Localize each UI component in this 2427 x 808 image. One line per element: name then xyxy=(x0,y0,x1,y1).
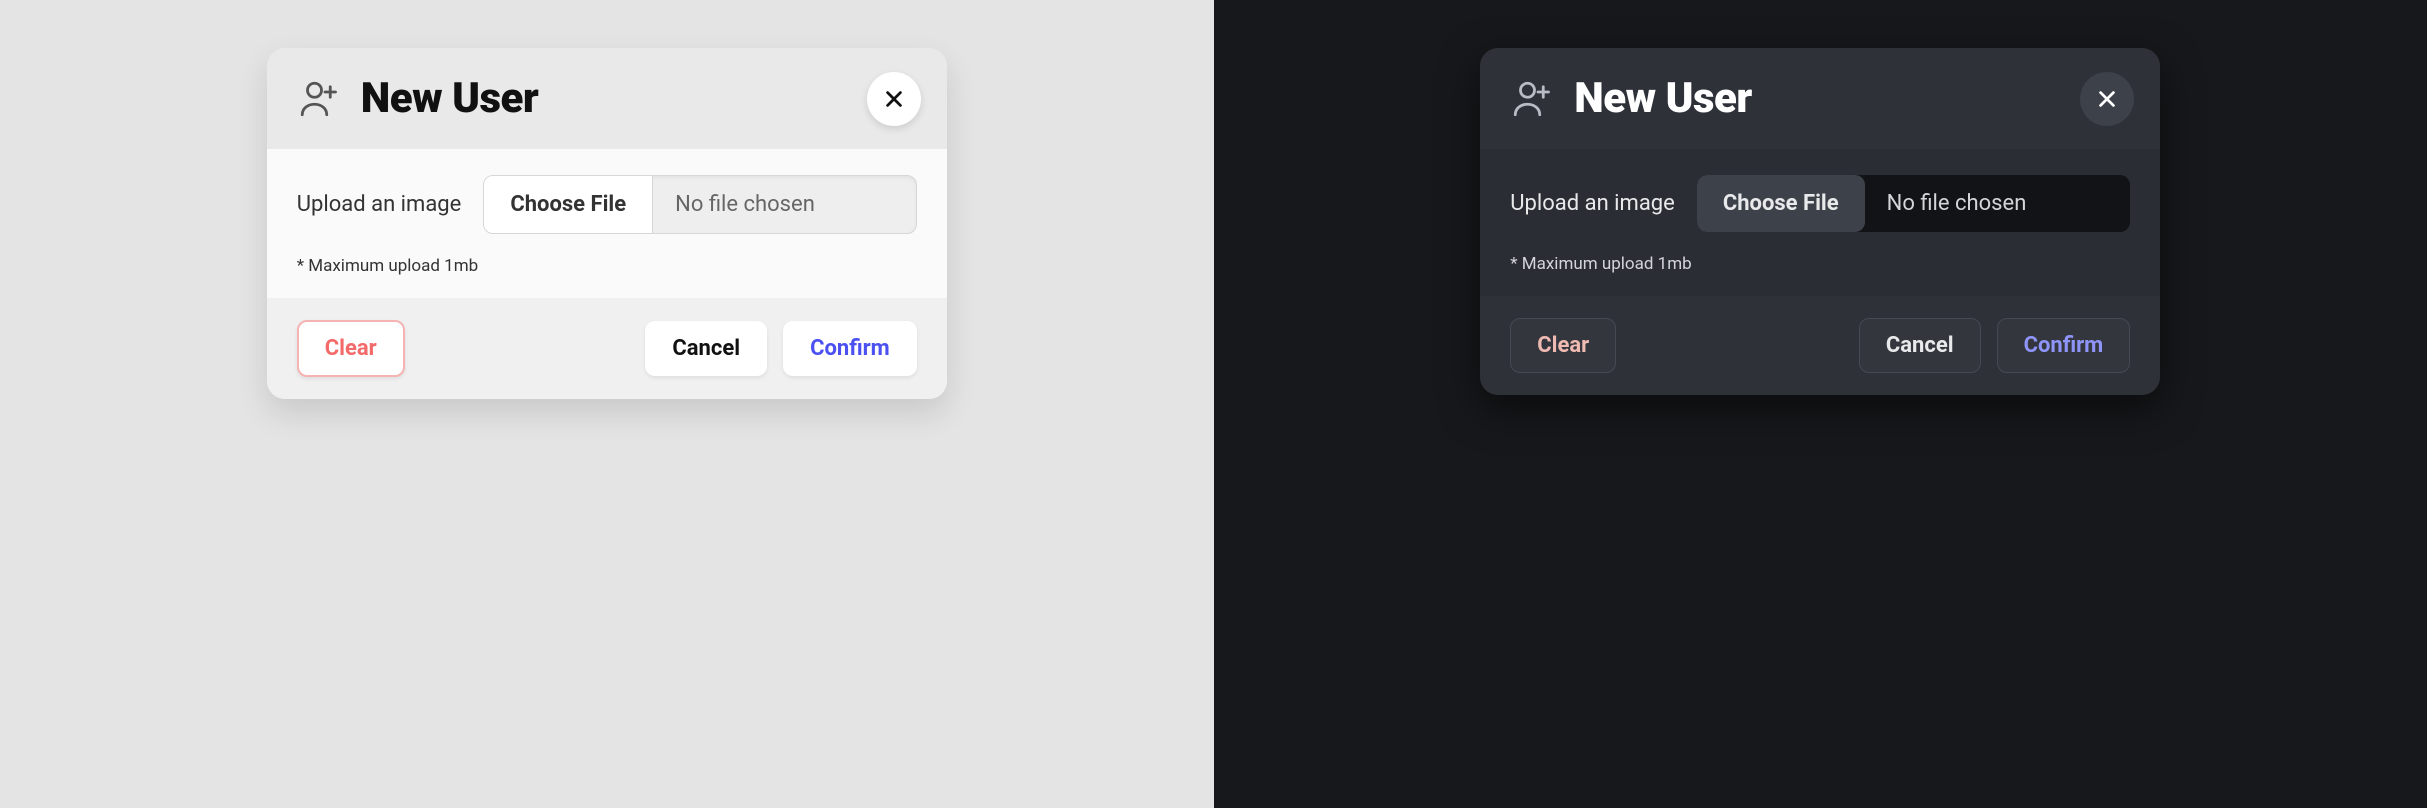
upload-row: Upload an image Choose File No file chos… xyxy=(297,175,917,234)
dark-theme-panel: New User Upload an image Choose File No … xyxy=(1214,0,2427,808)
close-icon xyxy=(883,88,905,110)
file-picker[interactable]: Choose File No file chosen xyxy=(1697,175,2130,232)
close-button[interactable] xyxy=(2080,72,2134,126)
file-status-text: No file chosen xyxy=(1865,175,2131,232)
light-theme-panel: New User Upload an image Choose File No … xyxy=(0,0,1214,808)
dialog-title: New User xyxy=(1574,74,1752,123)
dialog-header: New User xyxy=(1480,48,2160,149)
dialog-header: New User xyxy=(267,48,947,149)
choose-file-button[interactable]: Choose File xyxy=(1697,175,1865,232)
dialog-title: New User xyxy=(361,74,539,123)
confirm-button[interactable]: Confirm xyxy=(783,321,917,376)
file-status-text: No file chosen xyxy=(653,176,916,233)
upload-hint: * Maximum upload 1mb xyxy=(297,256,917,276)
add-user-icon xyxy=(297,78,339,120)
upload-label: Upload an image xyxy=(1510,191,1675,216)
new-user-dialog: New User Upload an image Choose File No … xyxy=(1480,48,2160,395)
confirm-button[interactable]: Confirm xyxy=(1997,318,2131,373)
dialog-footer: Clear Cancel Confirm xyxy=(1480,296,2160,395)
clear-button[interactable]: Clear xyxy=(297,320,405,377)
upload-row: Upload an image Choose File No file chos… xyxy=(1510,175,2130,232)
upload-label: Upload an image xyxy=(297,192,462,217)
dialog-footer: Clear Cancel Confirm xyxy=(267,298,947,399)
cancel-button[interactable]: Cancel xyxy=(1859,318,1981,373)
close-icon xyxy=(2096,88,2118,110)
choose-file-button[interactable]: Choose File xyxy=(484,176,653,233)
cancel-button[interactable]: Cancel xyxy=(645,321,767,376)
clear-button[interactable]: Clear xyxy=(1510,318,1616,373)
dialog-body: Upload an image Choose File No file chos… xyxy=(267,149,947,298)
close-button[interactable] xyxy=(867,72,921,126)
dialog-body: Upload an image Choose File No file chos… xyxy=(1480,149,2160,296)
new-user-dialog: New User Upload an image Choose File No … xyxy=(267,48,947,399)
file-picker[interactable]: Choose File No file chosen xyxy=(483,175,916,234)
add-user-icon xyxy=(1510,78,1552,120)
upload-hint: * Maximum upload 1mb xyxy=(1510,254,2130,274)
